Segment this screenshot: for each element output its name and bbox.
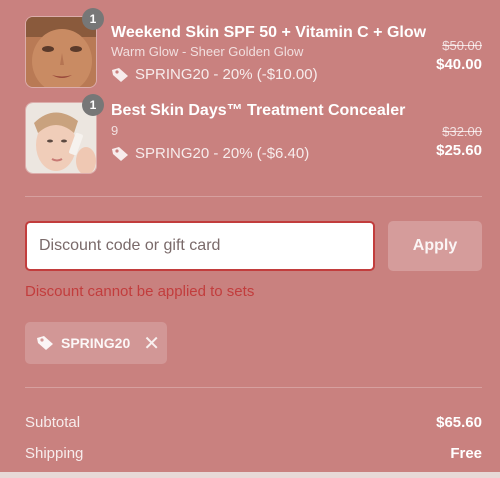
quantity-badge: 1 <box>82 8 104 30</box>
discount-tag-icon <box>112 67 128 82</box>
product-variant: Warm Glow - Sheer Golden Glow <box>111 44 304 59</box>
original-price: $50.00 <box>442 38 482 53</box>
line-price: $25.60 <box>436 142 482 159</box>
applied-discount-chip: SPRING20 ✕ <box>25 322 167 364</box>
subtotal-label: Subtotal <box>25 414 81 431</box>
line-price: $40.00 <box>436 56 482 73</box>
line-discount: SPRING20 - 20% (-$6.40) <box>111 145 309 162</box>
divider <box>25 196 482 197</box>
product-title: Weekend Skin SPF 50 + Vitamin C + Glow <box>111 24 427 41</box>
original-price: $32.00 <box>442 124 482 139</box>
product-title: Best Skin Days™ Treatment Concealer <box>111 102 406 119</box>
subtotal-value: $65.60 <box>436 414 482 431</box>
shipping-value: Free <box>450 445 482 462</box>
applied-code-label: SPRING20 <box>61 335 131 351</box>
line-discount-text: SPRING20 - 20% (-$10.00) <box>135 66 318 83</box>
remove-discount-icon[interactable]: ✕ <box>143 331 160 356</box>
bottom-edge <box>0 472 500 478</box>
divider <box>25 387 482 388</box>
discount-error-message: Discount cannot be applied to sets <box>25 283 255 300</box>
discount-code-input[interactable]: Discount code or gift card <box>25 221 375 271</box>
discount-tag-icon <box>112 146 128 161</box>
discount-tag-icon <box>37 336 53 350</box>
apply-button[interactable]: Apply <box>388 221 482 271</box>
cart-line-item: 1 Best Skin Days™ Treatment Concealer 9 … <box>0 94 500 174</box>
shipping-label: Shipping <box>25 445 84 462</box>
quantity-badge: 1 <box>82 94 104 116</box>
line-discount-text: SPRING20 - 20% (-$6.40) <box>135 145 310 162</box>
product-variant: 9 <box>111 123 119 138</box>
cart-line-item: 1 Weekend Skin SPF 50 + Vitamin C + Glow… <box>0 8 500 90</box>
discount-code-placeholder: Discount code or gift card <box>39 237 221 254</box>
line-discount: SPRING20 - 20% (-$10.00) <box>111 66 318 83</box>
